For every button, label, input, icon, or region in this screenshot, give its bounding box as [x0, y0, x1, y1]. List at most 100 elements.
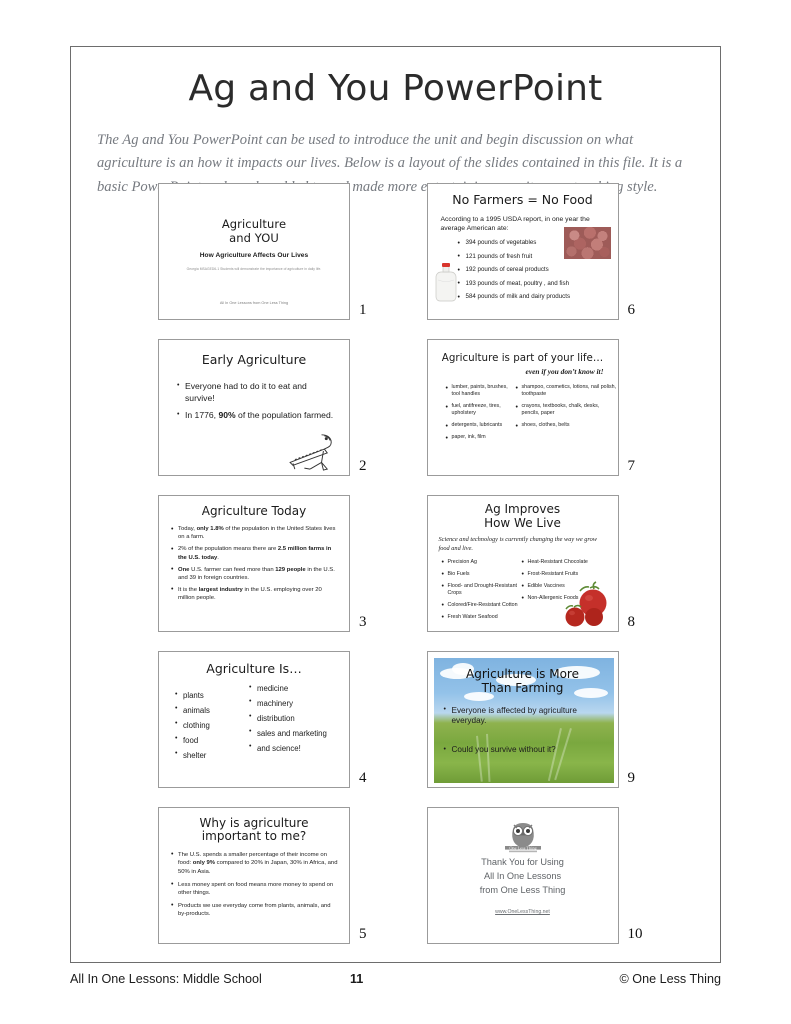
owl-icon: One Less Thing: [504, 823, 541, 853]
slide-thumbnail-1[interactable]: Agriculture and YOU How Agriculture Affe…: [158, 183, 350, 320]
slide7-title: Agriculture is part of your life…: [441, 352, 604, 364]
slide3-title: Agriculture Today: [201, 504, 307, 518]
slide5-title-line1: Why is agriculture: [199, 816, 309, 830]
bullet-text: Products we use everyday come from plant…: [178, 902, 331, 918]
slide9-title: Agriculture is More Than Farming: [428, 667, 618, 696]
list-item: shoes, clothes, belts: [516, 422, 618, 432]
list-item: 192 pounds of cereal products: [458, 266, 608, 275]
list-item: distribution: [249, 713, 341, 724]
slide6-bullet-list: 394 pounds of vegetables 121 pounds of f…: [458, 239, 608, 302]
bullet-text: In 1776,: [185, 410, 219, 421]
list-item: Non-Allergenic Foods: [522, 594, 618, 603]
slide-thumbnail-2[interactable]: Early Agriculture Everyone had to do it …: [158, 339, 350, 476]
slide-cell-2: Early Agriculture Everyone had to do it …: [158, 339, 367, 476]
list-item: plants: [175, 691, 249, 701]
bullet-text: Everyone had to do it to eat and survive…: [185, 381, 307, 403]
list-item: fuel, antifreeze, tires, upholstery: [446, 403, 516, 417]
list-item: 121 pounds of fresh fruit: [458, 252, 608, 261]
list-item: and science!: [249, 743, 341, 754]
bullet-text: It is the: [178, 586, 199, 593]
slide1-title-line2: and YOU: [229, 231, 279, 246]
list-item: Today, only 1.8% of the population in th…: [171, 525, 338, 542]
list-item: Could you survive without it?: [444, 745, 604, 756]
slide1-title: Agriculture and YOU: [159, 217, 349, 245]
row-spacer: [71, 632, 722, 651]
slide8-title-line1: Ag Improves: [484, 502, 561, 516]
slide5-bullet-list: The U.S. spends a smaller percentage of …: [171, 850, 338, 919]
list-item: 394 pounds of vegetables: [458, 239, 608, 248]
slide-thumbnail-8[interactable]: Ag Improves How We Live Science and tech…: [426, 495, 619, 632]
slide7-left-list: lumber, paints, brushes, tool handles fu…: [446, 383, 516, 443]
list-item: animals: [175, 705, 249, 716]
list-item: Less money spent on food means more mone…: [171, 880, 338, 898]
slide-cell-10: One Less Thing Thank You for Using All I…: [426, 807, 643, 944]
slide-cell-5: Why is agriculture important to me? The …: [158, 807, 367, 944]
list-item: One U.S. farmer can feed more than 129 p…: [171, 565, 338, 583]
slide-cell-8: Ag Improves How We Live Science and tech…: [426, 495, 636, 632]
thanks-line2: All In One Lessons: [483, 870, 562, 881]
bullet-strong: One: [178, 566, 190, 573]
list-item: Bio Fuels: [442, 570, 522, 579]
list-item: 584 pounds of milk and dairy products: [458, 293, 608, 302]
list-item: Fresh Water Seafood: [442, 613, 522, 622]
bullet-text-post: of the population farmed.: [235, 410, 334, 421]
bullet-text: Today,: [178, 526, 197, 532]
slide-cell-1: Agriculture and YOU How Agriculture Affe…: [158, 183, 367, 320]
slide8-left-list: Precision Ag Bio Fuels Flood- and Drough…: [442, 558, 522, 622]
row-spacer: [71, 320, 722, 339]
slide-cell-9: Agriculture is More Than Farming Everyon…: [426, 651, 635, 788]
list-item: In 1776, 90% of the population farmed.: [177, 410, 335, 422]
slide-number-10: 10: [627, 926, 643, 942]
list-item: Heat-Resistant Chocolate: [522, 558, 618, 567]
slide8-right-list: Heat-Resistant Chocolate Frost-Resistant…: [522, 558, 618, 603]
slide-thumbnail-5[interactable]: Why is agriculture important to me? The …: [158, 807, 350, 944]
slide10-website-url[interactable]: www.OneLessThing.net: [428, 909, 618, 915]
svg-text:One Less Thing: One Less Thing: [509, 845, 537, 850]
milk-jug-photo: [435, 263, 456, 302]
footer-left-text: All In One Lessons: Middle School: [70, 972, 262, 986]
bullet-text-post: .: [217, 554, 219, 561]
slide10-thanks: Thank You for Using All In One Lessons f…: [428, 856, 618, 898]
page-footer: All In One Lessons: Middle School 11 © O…: [70, 972, 721, 986]
list-item: Precision Ag: [442, 558, 522, 567]
slide8-kicker: Science and technology is currently chan…: [438, 536, 598, 552]
slide-row: Agriculture Today Today, only 1.8% of th…: [71, 495, 722, 632]
list-item: shampoo, cosmetics, lotions, nail polish…: [516, 383, 618, 398]
bullet-strong: largest industry: [198, 586, 243, 593]
list-item: shelter: [175, 750, 249, 761]
list-item: lumber, paints, brushes, tool handles: [446, 383, 516, 398]
slide7-column-right: shampoo, cosmetics, lotions, nail polish…: [516, 383, 618, 447]
list-item: 2% of the population means there are 2.5…: [171, 545, 338, 562]
slide-thumbnail-9[interactable]: Agriculture is More Than Farming Everyon…: [426, 651, 619, 788]
slide-number-4: 4: [359, 770, 367, 786]
list-item: Products we use everyday come from plant…: [171, 901, 338, 919]
slide-thumbnail-6[interactable]: No Farmers = No Food According to a 1995…: [426, 183, 619, 320]
slide4-right-list: medicine machinery distribution sales an…: [249, 684, 341, 754]
slide-thumbnail-10[interactable]: One Less Thing Thank You for Using All I…: [426, 807, 619, 944]
slide-thumbnail-4[interactable]: Agriculture Is… plants animals clothing …: [158, 651, 350, 788]
slide7-columns: lumber, paints, brushes, tool handles fu…: [428, 383, 618, 447]
slide-number-6: 6: [627, 302, 636, 318]
footer-copyright: © One Less Thing: [619, 972, 721, 986]
slide1-standard-text: Georgia MSAGED6-1 Students will demonstr…: [186, 267, 322, 272]
list-item: Everyone had to do it to eat and survive…: [177, 380, 335, 404]
slide-row: Agriculture Is… plants animals clothing …: [71, 651, 722, 788]
list-item: crayons, textbooks, chalk, desks, pencil…: [516, 403, 618, 417]
slide-number-8: 8: [627, 614, 636, 630]
list-item: detergents, lubricants: [446, 422, 516, 432]
slide-cell-6: No Farmers = No Food According to a 1995…: [426, 183, 636, 320]
slide-number-7: 7: [627, 458, 636, 474]
page-title: Ag and You PowerPoint: [188, 68, 603, 109]
slide-number-3: 3: [359, 614, 367, 630]
slide4-title: Agriculture Is…: [206, 661, 302, 676]
slide1-footer-text: All In One Lessons from One Less Thing: [219, 301, 289, 305]
slide-thumbnail-7[interactable]: Agriculture is part of your life… even i…: [426, 339, 619, 476]
slide5-title: Why is agriculture important to me?: [159, 816, 349, 844]
slide-thumbnail-3[interactable]: Agriculture Today Today, only 1.8% of th…: [158, 495, 350, 632]
list-item: Colored/Fire-Resistant Cotton: [442, 601, 522, 610]
list-item: Flood- and Drought-Resistant Crops: [442, 582, 522, 597]
list-item: machinery: [249, 698, 341, 709]
slide-number-5: 5: [359, 926, 367, 942]
slide-row: Why is agriculture important to me? The …: [71, 807, 722, 944]
list-item: sales and marketing: [249, 728, 341, 739]
